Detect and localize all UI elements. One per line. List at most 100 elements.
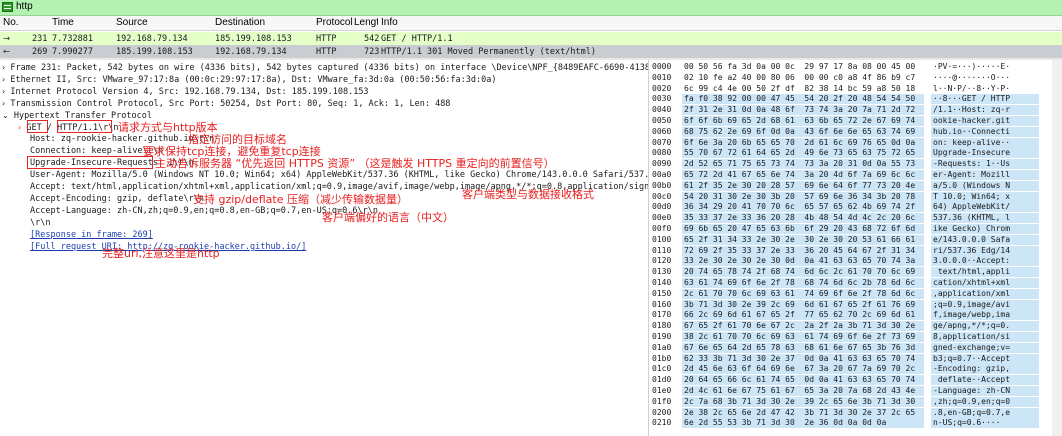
bytes-ascii[interactable]: hub.io··Connecti: [933, 127, 1010, 137]
bytes-row[interactable]: 00f0 69 6b 65 20 47 65 63 6b 6f 29 20 43 …: [652, 224, 1062, 234]
bytes-hex[interactable]: 2d 52 65 71 75 65 73 74 73 3a 20 31 0d 0…: [684, 159, 915, 169]
expand-icon[interactable]: ›: [2, 75, 5, 84]
bytes-hex[interactable]: 2c 61 70 70 6c 69 63 61 74 69 6f 6e 2f 7…: [684, 289, 915, 299]
bytes-ascii[interactable]: on: keep-alive··: [933, 138, 1010, 148]
bytes-ascii[interactable]: 3.0.0.0··Accept:: [933, 256, 1010, 266]
bytes-row[interactable]: 0180 67 65 2f 61 70 6e 67 2c 2a 2f 2a 3b …: [652, 321, 1062, 331]
bytes-ascii[interactable]: T 10.0; Win64; x: [933, 192, 1010, 202]
bytes-hex[interactable]: 6c 99 c4 4e 00 50 2f df 82 38 14 bc 59 a…: [684, 84, 915, 94]
bytes-ascii[interactable]: -Language: zh-CN: [933, 386, 1010, 396]
tree-item-ip[interactable]: › Internet Protocol Version 4, Src: 192.…: [2, 86, 369, 98]
bytes-hex[interactable]: 67 65 2f 61 70 6e 67 2c 2a 2f 2a 3b 71 3…: [684, 321, 915, 331]
bytes-row[interactable]: 0090 2d 52 65 71 75 65 73 74 73 3a 20 31 …: [652, 159, 1062, 169]
column-header-destination[interactable]: Destination: [215, 17, 265, 28]
packet-row[interactable]: → 231 7.732881 192.168.79.134 185.199.10…: [0, 32, 1062, 45]
bytes-row[interactable]: 0150 2c 61 70 70 6c 69 63 61 74 69 6f 6e …: [652, 289, 1062, 299]
bytes-row[interactable]: 00b0 61 2f 35 2e 30 20 28 57 69 6e 64 6f …: [652, 181, 1062, 191]
bytes-hex[interactable]: 65 2f 31 34 33 2e 30 2e 30 2e 30 20 53 6…: [684, 235, 915, 245]
bytes-row[interactable]: 01f0 2c 7a 68 3b 71 3d 30 2e 39 2c 65 6e …: [652, 397, 1062, 407]
bytes-ascii[interactable]: 537.36 (KHTML, l: [933, 213, 1010, 223]
bytes-hex[interactable]: 61 2f 35 2e 30 20 28 57 69 6e 64 6f 77 7…: [684, 181, 915, 191]
column-header-protocol[interactable]: Protocol: [316, 17, 353, 28]
tree-item-accept-encoding[interactable]: Accept-Encoding: gzip, deflate\r\n: [30, 194, 204, 205]
bytes-hex[interactable]: 38 2c 61 70 70 6c 69 63 61 74 69 6f 6e 2…: [684, 332, 915, 342]
bytes-row[interactable]: 01c0 2d 45 6e 63 6f 64 69 6e 67 3a 20 67 …: [652, 364, 1062, 374]
bytes-ascii[interactable]: gned-exchange;v=: [933, 343, 1010, 353]
bytes-ascii[interactable]: deflate··Accept: [933, 375, 1010, 385]
bytes-row[interactable]: 0060 68 75 62 2e 69 6f 0d 0a 43 6f 6e 6e …: [652, 127, 1062, 137]
bytes-ascii[interactable]: Upgrade-Insecure: [933, 148, 1010, 158]
tree-item-user-agent[interactable]: User-Agent: Mozilla/5.0 (Windows NT 10.0…: [30, 170, 648, 181]
bytes-hex[interactable]: 2d 45 6e 63 6f 64 69 6e 67 3a 20 67 7a 6…: [684, 364, 915, 374]
bytes-hex[interactable]: 02 10 fe a2 40 00 80 06 00 00 c0 a8 4f 8…: [684, 73, 915, 83]
bytes-ascii[interactable]: f,image/webp,ima: [933, 310, 1010, 320]
bytes-row[interactable]: 0160 3b 71 3d 30 2e 39 2c 69 6d 61 67 65 …: [652, 300, 1062, 310]
bytes-hex[interactable]: 00 50 56 fa 3d 0a 00 0c 29 97 17 8a 08 0…: [684, 62, 915, 72]
filter-text[interactable]: http: [16, 1, 33, 12]
bytes-row[interactable]: 0100 65 2f 31 34 33 2e 30 2e 30 2e 30 20 …: [652, 235, 1062, 245]
bytes-ascii[interactable]: .8,en-GB;q=0.7,e: [933, 408, 1010, 418]
bytes-row[interactable]: 0190 38 2c 61 70 70 6c 69 63 61 74 69 6f …: [652, 332, 1062, 342]
bytes-ascii[interactable]: 64) AppleWebKit/: [933, 202, 1010, 212]
bytes-hex[interactable]: 66 2c 69 6d 61 67 65 2f 77 65 62 70 2c 6…: [684, 310, 915, 320]
bytes-hex[interactable]: 54 20 31 30 2e 30 3b 20 57 69 6e 36 34 3…: [684, 192, 915, 202]
bytes-ascii[interactable]: ge/apng,*/*;q=0.: [933, 321, 1010, 331]
bytes-ascii[interactable]: ,zh;q=0.9,en;q=0: [933, 397, 1010, 407]
bytes-ascii[interactable]: ike Gecko) Chrom: [933, 224, 1010, 234]
bytes-row[interactable]: 0030 fa f0 38 92 00 00 47 45 54 20 2f 20 …: [652, 94, 1062, 104]
bytes-row[interactable]: 00a0 65 72 2d 41 67 65 6e 74 3a 20 4d 6f …: [652, 170, 1062, 180]
bytes-ascii[interactable]: -Requests: 1··Us: [933, 159, 1010, 169]
bytes-ascii[interactable]: er-Agent: Mozill: [933, 170, 1010, 180]
bytes-hex[interactable]: 36 34 29 20 41 70 70 6c 65 57 65 62 4b 6…: [684, 202, 915, 212]
bytes-ascii[interactable]: ri/537.36 Edg/14: [933, 246, 1010, 256]
bytes-hex[interactable]: 2d 4c 61 6e 67 75 61 67 65 3a 20 7a 68 2…: [684, 386, 915, 396]
column-header-length[interactable]: Length: [354, 17, 378, 28]
bytes-hex[interactable]: 6f 6f 6b 69 65 2d 68 61 63 6b 65 72 2e 6…: [684, 116, 915, 126]
bytes-row[interactable]: 00c0 54 20 31 30 2e 30 3b 20 57 69 6e 36 …: [652, 192, 1062, 202]
bytes-row[interactable]: 0070 6f 6e 3a 20 6b 65 65 70 2d 61 6c 69 …: [652, 138, 1062, 148]
bytes-hex[interactable]: 35 33 37 2e 33 36 20 28 4b 48 54 4d 4c 2…: [684, 213, 915, 223]
expand-icon[interactable]: ›: [2, 87, 5, 96]
column-header-info[interactable]: Info: [381, 17, 398, 28]
bytes-hex[interactable]: 65 72 2d 41 67 65 6e 74 3a 20 4d 6f 7a 6…: [684, 170, 915, 180]
response-in-frame-link[interactable]: [Response in frame: 269]: [30, 230, 153, 241]
tree-item-end-crlf[interactable]: \r\n: [30, 218, 50, 229]
bytes-row[interactable]: 0120 33 2e 30 2e 30 2e 30 0d 0a 41 63 63 …: [652, 256, 1062, 266]
bytes-ascii[interactable]: -Encoding: gzip,: [933, 364, 1010, 374]
bytes-hex[interactable]: 20 74 65 78 74 2f 68 74 6d 6c 2c 61 70 7…: [684, 267, 915, 277]
bytes-ascii[interactable]: a/5.0 (Windows N: [933, 181, 1010, 191]
bytes-hex[interactable]: 62 33 3b 71 3d 30 2e 37 0d 0a 41 63 63 6…: [684, 354, 915, 364]
column-header-no[interactable]: No.: [3, 17, 19, 28]
bytes-hex[interactable]: 6f 6e 3a 20 6b 65 65 70 2d 61 6c 69 76 6…: [684, 138, 915, 148]
bytes-row[interactable]: 0000 00 50 56 fa 3d 0a 00 0c 29 97 17 8a …: [652, 62, 1062, 72]
bytes-row[interactable]: 0210 6e 2d 55 53 3b 71 3d 30 2e 36 0d 0a …: [652, 418, 1062, 428]
bytes-row[interactable]: 01d0 20 64 65 66 6c 61 74 65 0d 0a 41 63 …: [652, 375, 1062, 385]
bytes-row[interactable]: 0010 02 10 fe a2 40 00 80 06 00 00 c0 a8 …: [652, 73, 1062, 83]
bytes-hex[interactable]: 20 64 65 66 6c 61 74 65 0d 0a 41 63 63 6…: [684, 375, 915, 385]
bytes-hex[interactable]: 68 75 62 2e 69 6f 0d 0a 43 6f 6e 6e 65 6…: [684, 127, 915, 137]
expand-icon[interactable]: ›: [2, 99, 5, 108]
tree-item-tcp[interactable]: › Transmission Control Protocol, Src Por…: [2, 98, 450, 110]
bytes-hex[interactable]: 67 6e 65 64 2d 65 78 63 68 61 6e 67 65 3…: [684, 343, 915, 353]
bytes-row[interactable]: 0110 72 69 2f 35 33 37 2e 33 36 20 45 64 …: [652, 246, 1062, 256]
bytes-hex[interactable]: 72 69 2f 35 33 37 2e 33 36 20 45 64 67 2…: [684, 246, 915, 256]
bytes-hex[interactable]: 2e 38 2c 65 6e 2d 47 42 3b 71 3d 30 2e 3…: [684, 408, 915, 418]
bytes-ascii[interactable]: ····@·······O···: [933, 73, 1010, 83]
bytes-ascii[interactable]: l··N·P/··8··Y·P·: [933, 84, 1010, 94]
tree-item-frame[interactable]: › Frame 231: Packet, 542 bytes on wire (…: [2, 62, 648, 74]
column-header-source[interactable]: Source: [116, 17, 148, 28]
column-header-time[interactable]: Time: [52, 17, 74, 28]
bytes-ascii[interactable]: cation/xhtml+xml: [933, 278, 1010, 288]
bytes-row[interactable]: 00d0 36 34 29 20 41 70 70 6c 65 57 65 62 …: [652, 202, 1062, 212]
bytes-row[interactable]: 0170 66 2c 69 6d 61 67 65 2f 77 65 62 70 …: [652, 310, 1062, 320]
bytes-ascii[interactable]: 8,application/si: [933, 332, 1010, 342]
packet-row-selected[interactable]: ← 269 7.990277 185.199.108.153 192.168.7…: [0, 45, 1062, 58]
bytes-row[interactable]: 0080 55 70 67 72 61 64 65 2d 49 6e 73 65 …: [652, 148, 1062, 158]
bytes-ascii[interactable]: e/143.0.0.0 Safa: [933, 235, 1010, 245]
bytes-row[interactable]: 0130 20 74 65 78 74 2f 68 74 6d 6c 2c 61 …: [652, 267, 1062, 277]
bytes-row[interactable]: 0200 2e 38 2c 65 6e 2d 47 42 3b 71 3d 30 …: [652, 408, 1062, 418]
bytes-ascii[interactable]: ookie-hacker.git: [933, 116, 1010, 126]
bytes-row[interactable]: 01e0 2d 4c 61 6e 67 75 61 67 65 3a 20 7a …: [652, 386, 1062, 396]
bytes-scrollbar[interactable]: [1052, 60, 1062, 436]
bytes-hex[interactable]: fa f0 38 92 00 00 47 45 54 20 2f 20 48 5…: [684, 94, 915, 104]
